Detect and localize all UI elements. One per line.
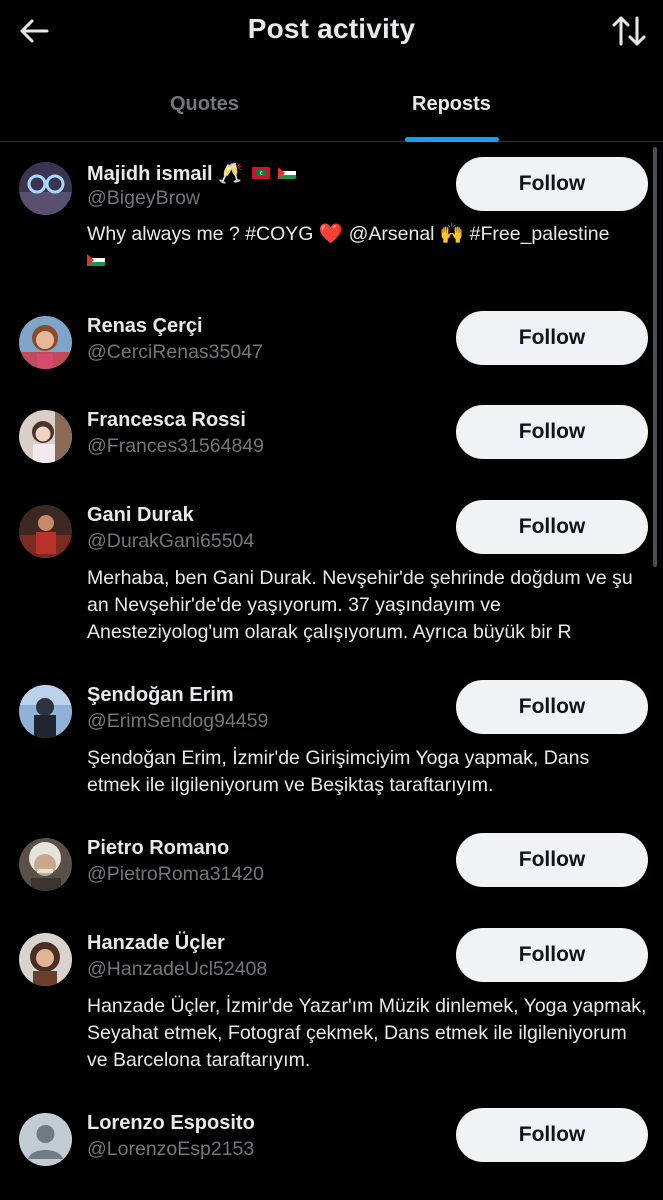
follow-button[interactable]: Follow [456, 833, 648, 887]
user-name[interactable]: Majidh ismail 🥂 [87, 161, 297, 186]
palestine-flag-icon [87, 254, 105, 266]
user-name[interactable]: Lorenzo Esposito [87, 1112, 255, 1135]
user-name[interactable]: Pietro Romano [87, 837, 229, 860]
tab-quotes-label: Quotes [170, 93, 239, 115]
tab-reposts[interactable]: Reposts [360, 70, 540, 142]
follow-button[interactable]: Follow [456, 405, 648, 459]
user-bio: Why always me ? #COYG ❤️ @Arsenal 🙌 #Fre… [87, 221, 647, 275]
follow-button[interactable]: Follow [456, 680, 648, 734]
user-name[interactable]: Renas Çerçi [87, 315, 203, 338]
follow-button[interactable]: Follow [456, 500, 648, 554]
page-title: Post activity [247, 13, 416, 44]
avatar[interactable] [19, 505, 72, 558]
avatar[interactable] [19, 162, 72, 215]
avatar[interactable] [19, 316, 72, 369]
champagne-emoji-icon: 🥂 [218, 163, 244, 185]
avatar[interactable] [19, 410, 72, 463]
user-name[interactable]: Hanzade Üçler [87, 932, 225, 955]
follow-button[interactable]: Follow [456, 928, 648, 982]
user-handle[interactable]: @LorenzoEsp2153 [87, 1138, 254, 1161]
user-handle[interactable]: @PietroRoma31420 [87, 863, 264, 886]
avatar[interactable] [19, 933, 72, 986]
user-handle[interactable]: @BigeyBrow [87, 187, 200, 210]
user-handle[interactable]: @ErimSendog94459 [87, 710, 268, 733]
user-handle[interactable]: @HanzadeUcl52408 [87, 958, 267, 981]
red-heart-icon: ❤️ [318, 223, 344, 245]
user-handle[interactable]: @CerciRenas35047 [87, 341, 263, 364]
default-avatar[interactable] [19, 1113, 72, 1166]
user-name[interactable]: Francesca Rossi [87, 409, 246, 432]
follow-button[interactable]: Follow [456, 157, 648, 211]
avatar[interactable] [19, 838, 72, 891]
sort-arrows-icon [612, 16, 646, 46]
tab-bar: Quotes Reposts [0, 70, 663, 142]
user-handle[interactable]: @DurakGani65504 [87, 530, 254, 553]
active-tab-indicator [405, 137, 499, 142]
palestine-flag-icon [278, 167, 297, 179]
avatar[interactable] [19, 685, 72, 738]
sort-button[interactable] [609, 10, 649, 50]
follow-button[interactable]: Follow [456, 311, 648, 365]
maldives-flag-icon [251, 167, 270, 179]
user-bio: Şendoğan Erim, İzmir'de Girişimciyim Yog… [87, 747, 590, 796]
tab-reposts-label: Reposts [412, 93, 491, 115]
user-handle[interactable]: @Frances31564849 [87, 435, 264, 458]
tab-quotes[interactable]: Quotes [0, 70, 412, 142]
user-bio: Hanzade Üçler, İzmir'de Yazar'ım Müzik d… [87, 995, 647, 1071]
user-name[interactable]: Gani Durak [87, 504, 194, 527]
follow-button[interactable]: Follow [456, 1108, 648, 1162]
user-name[interactable]: Şendoğan Erim [87, 684, 234, 707]
top-bar: Post activity [0, 0, 663, 62]
scrollbar[interactable] [653, 147, 657, 567]
user-bio: Merhaba, ben Gani Durak. Nevşehir'de şeh… [87, 567, 633, 643]
